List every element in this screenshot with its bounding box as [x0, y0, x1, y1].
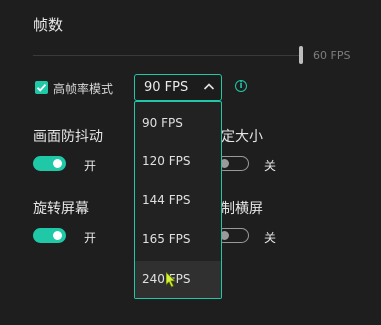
info-icon-glyph: i: [239, 81, 243, 91]
info-icon[interactable]: i: [235, 80, 247, 92]
fps-select[interactable]: 90 FPS: [134, 74, 222, 101]
fps-option[interactable]: 120 FPS: [135, 143, 221, 180]
high-fps-label: 高帧率模式: [53, 82, 114, 96]
frame-rate-slider-handle[interactable]: [299, 46, 303, 64]
rotate-screen-toggle[interactable]: [33, 228, 66, 243]
rotate-screen-label: 旋转屏幕: [33, 201, 89, 217]
fps-select-value: 90 FPS: [144, 80, 189, 95]
fps-option[interactable]: 90 FPS: [135, 105, 221, 142]
chevron-up-icon: [203, 83, 215, 90]
frame-rate-title: 帧数: [33, 16, 64, 34]
fps-option[interactable]: 144 FPS: [135, 182, 221, 219]
toggle-knob: [53, 231, 62, 240]
frame-rate-slider-track[interactable]: [33, 55, 301, 56]
checkmark-icon: [36, 83, 47, 92]
anti-shake-state: 开: [84, 159, 97, 173]
toggle-knob: [53, 159, 62, 168]
anti-shake-toggle[interactable]: [33, 156, 66, 171]
anti-shake-label: 画面防抖动: [33, 129, 103, 145]
frame-rate-slider-value: 60 FPS: [313, 49, 351, 62]
force-landscape-state: 关: [264, 231, 277, 245]
fps-dropdown-list: 90 FPS 120 FPS 144 FPS 165 FPS 240 FPS: [134, 101, 222, 299]
fixed-size-state: 关: [264, 159, 277, 173]
rotate-screen-state: 开: [84, 231, 97, 245]
mouse-cursor-icon: [166, 272, 176, 288]
high-fps-checkbox[interactable]: [35, 81, 48, 94]
fps-option-hovered[interactable]: 240 FPS: [135, 261, 221, 298]
fps-option[interactable]: 165 FPS: [135, 221, 221, 258]
